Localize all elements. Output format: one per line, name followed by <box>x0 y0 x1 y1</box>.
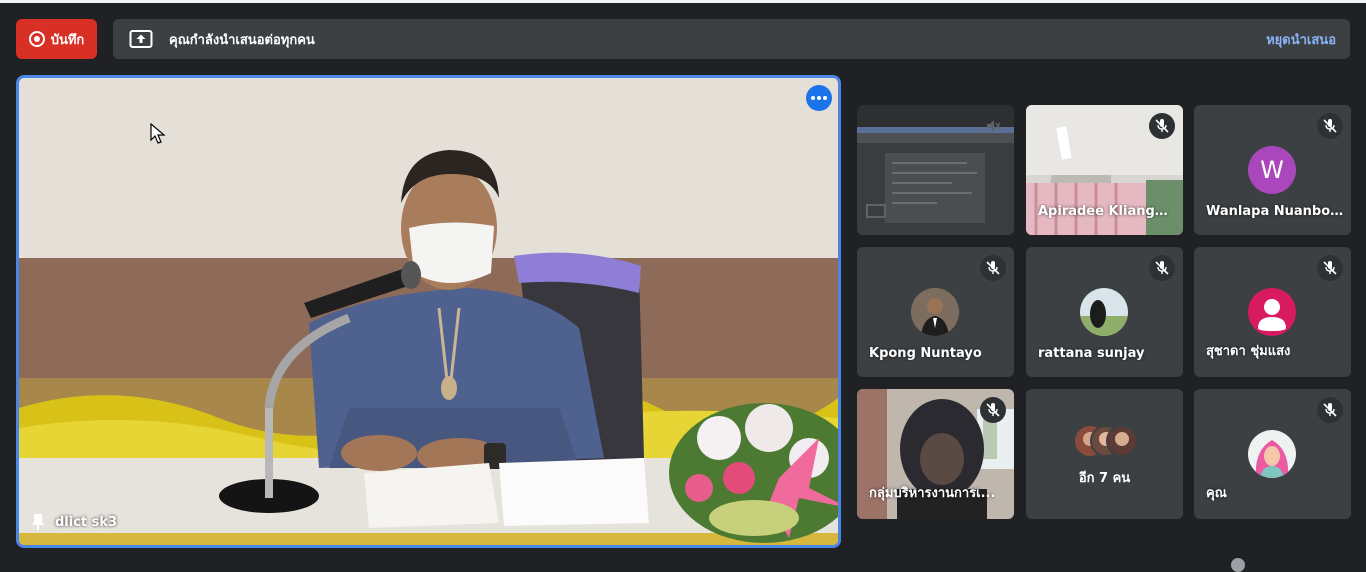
scroll-indicator[interactable] <box>1231 558 1245 572</box>
avatar-initial: W <box>1260 156 1284 184</box>
participant-tile-suchada[interactable]: สุชาดา ชุ่มแสง <box>1194 247 1351 377</box>
stop-presenting-button[interactable]: หยุดนำเสนอ <box>1266 29 1336 50</box>
mic-off-icon <box>1149 113 1175 139</box>
participant-tile-screen-share[interactable] <box>857 105 1014 235</box>
mic-off-icon <box>980 397 1006 423</box>
avatar: W <box>1248 146 1296 194</box>
participant-tile-wanlapa[interactable]: W Wanlapa Nuanboon <box>1194 105 1351 235</box>
more-participants-label: อีก 7 คน <box>1078 471 1131 486</box>
participant-tile-apiradee[interactable]: Apiradee Kliangk... <box>1026 105 1183 235</box>
participant-name: rattana sunjay <box>1038 346 1145 361</box>
more-participants-tile[interactable]: อีก 7 คน <box>1026 389 1183 519</box>
pin-icon <box>32 514 44 530</box>
avatar <box>911 288 959 336</box>
mic-off-icon <box>980 255 1006 281</box>
more-options-button[interactable] <box>806 85 832 111</box>
mic-off-icon <box>980 113 1006 139</box>
presenting-message: คุณกำลังนำเสนอต่อทุกคน <box>169 32 315 48</box>
main-speaker-name: dlict sk3 <box>55 514 118 530</box>
presentation-bar: คุณกำลังนำเสนอต่อทุกคน หยุดนำเสนอ <box>113 19 1350 59</box>
participant-tile-rattana[interactable]: rattana sunjay <box>1026 247 1183 377</box>
participant-name: Apiradee Kliangk... <box>1038 204 1176 219</box>
record-button[interactable]: บันทึก <box>16 19 97 59</box>
participant-avatars-stack <box>1075 425 1138 457</box>
mic-off-icon <box>1317 113 1343 139</box>
avatar <box>1248 430 1296 478</box>
mic-off-icon <box>1149 255 1175 281</box>
mic-off-icon <box>1317 397 1343 423</box>
mouse-cursor-icon <box>150 123 166 144</box>
record-icon <box>28 31 45 47</box>
participant-name: คุณ <box>1206 486 1227 501</box>
avatar <box>1248 288 1296 336</box>
participant-name: Kpong Nuntayo <box>869 346 982 361</box>
main-speaker-tile[interactable]: dlict sk3 <box>16 75 841 548</box>
participant-name: กลุ่มบริหารงานการเ... <box>869 486 996 501</box>
mic-off-icon <box>1317 255 1343 281</box>
participant-tile-kpong[interactable]: Kpong Nuntayo <box>857 247 1014 377</box>
avatar <box>1080 288 1128 336</box>
participant-name: Wanlapa Nuanboon <box>1206 204 1344 219</box>
record-label: บันทึก <box>50 32 85 48</box>
participant-name: สุชาดา ชุ่มแสง <box>1206 344 1291 359</box>
participant-tile-group[interactable]: กลุ่มบริหารงานการเ... <box>857 389 1014 519</box>
main-speaker-label: dlict sk3 <box>31 513 117 531</box>
present-screen-icon <box>129 29 153 49</box>
speaker-video <box>19 78 838 545</box>
participant-tile-self[interactable]: คุณ <box>1194 389 1351 519</box>
window-top-edge <box>0 0 1366 3</box>
